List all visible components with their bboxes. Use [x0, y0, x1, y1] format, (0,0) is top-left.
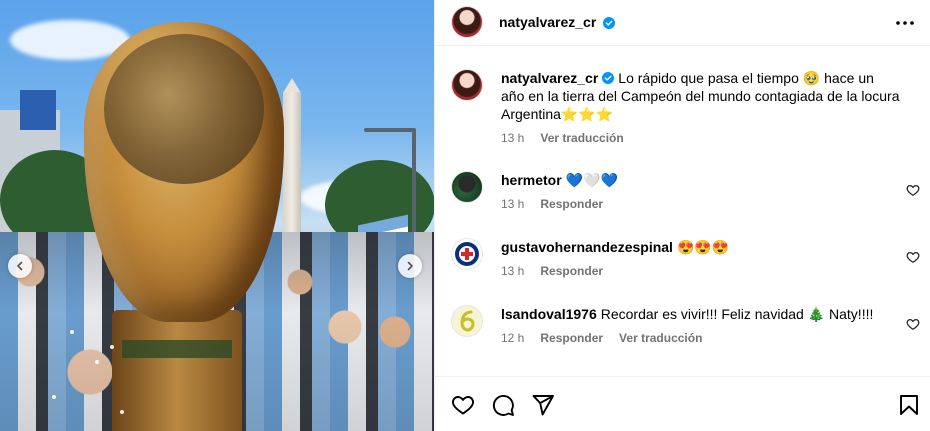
comment-username[interactable]: lsandoval1976	[501, 306, 597, 322]
comment-text: 💙🤍💙	[565, 172, 618, 188]
comment-text: Recordar es vivir!!! Feliz navidad 🎄 Nat…	[600, 306, 874, 322]
avatar[interactable]	[451, 69, 483, 101]
number-six-logo-icon	[460, 310, 475, 332]
avatar[interactable]	[451, 305, 483, 337]
more-horizontal-icon	[896, 21, 914, 25]
reply-link[interactable]: Responder	[540, 262, 603, 280]
comment-time: 13 h	[501, 197, 525, 211]
trophy-stem	[112, 310, 242, 431]
comment-like-heart-icon[interactable]	[906, 183, 920, 197]
share-button[interactable]	[531, 393, 555, 417]
send-icon	[532, 395, 554, 416]
caption-username[interactable]: natyalvarez_cr	[501, 70, 598, 86]
comment-body: lsandoval1976 Recordar es vivir!!! Feliz …	[501, 305, 901, 347]
street-lamp-arm	[364, 128, 416, 132]
confetti	[52, 395, 56, 399]
comment-icon	[492, 394, 514, 416]
verified-badge	[599, 15, 615, 31]
verified-badge-icon	[603, 17, 615, 29]
confetti	[110, 345, 114, 349]
avatar[interactable]	[451, 238, 483, 270]
caption-body: natyalvarez_cr Lo rápido que pasa el tiem…	[501, 69, 901, 147]
comment-text: 😍😍😍	[676, 239, 730, 255]
like-button[interactable]	[451, 393, 475, 417]
more-options-button[interactable]	[895, 13, 915, 33]
reply-link[interactable]: Responder	[540, 329, 603, 347]
comment-button[interactable]	[491, 393, 515, 417]
comment-meta: 13 h Responder	[501, 195, 901, 213]
previous-photo-button[interactable]	[8, 254, 32, 278]
confetti	[70, 330, 74, 334]
save-button[interactable]	[897, 393, 921, 417]
avatar[interactable]	[451, 6, 483, 38]
avatar[interactable]	[451, 171, 483, 203]
chevron-right-icon	[407, 261, 413, 271]
translate-link[interactable]: Ver traducción	[619, 329, 702, 347]
post-header: natyalvarez_cr	[435, 0, 930, 46]
obelisk	[283, 92, 301, 242]
comments-list[interactable]: natyalvarez_cr Lo rápido que pasa el tiem…	[435, 47, 930, 375]
building-sign	[20, 90, 56, 130]
post-actions-bar	[435, 376, 930, 431]
reply-link[interactable]: Responder	[540, 195, 603, 213]
verified-badge-icon	[602, 72, 615, 84]
comment-meta: 12 h Responder Ver traducción	[501, 329, 901, 347]
comment-time: 12 h	[501, 331, 525, 345]
confetti	[95, 360, 99, 364]
post-photo[interactable]	[0, 0, 434, 431]
cruz-azul-logo-icon	[455, 242, 479, 266]
comment-meta: 13 h Responder	[501, 262, 901, 280]
post-side-panel: natyalvarez_cr natyalvarez_cr Lo rápido q…	[434, 0, 930, 431]
comment-body: gustavohernandezespinal 😍😍😍 13 h Responde…	[501, 238, 901, 280]
bookmark-icon	[900, 395, 918, 415]
caption-time: 13 h	[501, 131, 525, 145]
caption-meta: 13 h Ver traducción	[501, 129, 901, 147]
trophy-globe	[104, 34, 264, 184]
comment-body: hermetor 💙🤍💙 13 h Responder	[501, 171, 901, 213]
comment-username[interactable]: gustavohernandezespinal	[501, 239, 673, 255]
header-username[interactable]: natyalvarez_cr	[499, 14, 596, 30]
next-photo-button[interactable]	[398, 254, 422, 278]
comment-time: 13 h	[501, 264, 525, 278]
confetti	[120, 410, 124, 414]
translate-link[interactable]: Ver traducción	[540, 129, 623, 147]
trophy-band	[122, 340, 232, 358]
comment-like-heart-icon[interactable]	[906, 250, 920, 264]
heart-icon	[452, 396, 474, 415]
obelisk-tip	[283, 78, 301, 93]
chevron-left-icon	[17, 261, 23, 271]
comment-like-heart-icon[interactable]	[906, 317, 920, 331]
comment-username[interactable]: hermetor	[501, 172, 562, 188]
